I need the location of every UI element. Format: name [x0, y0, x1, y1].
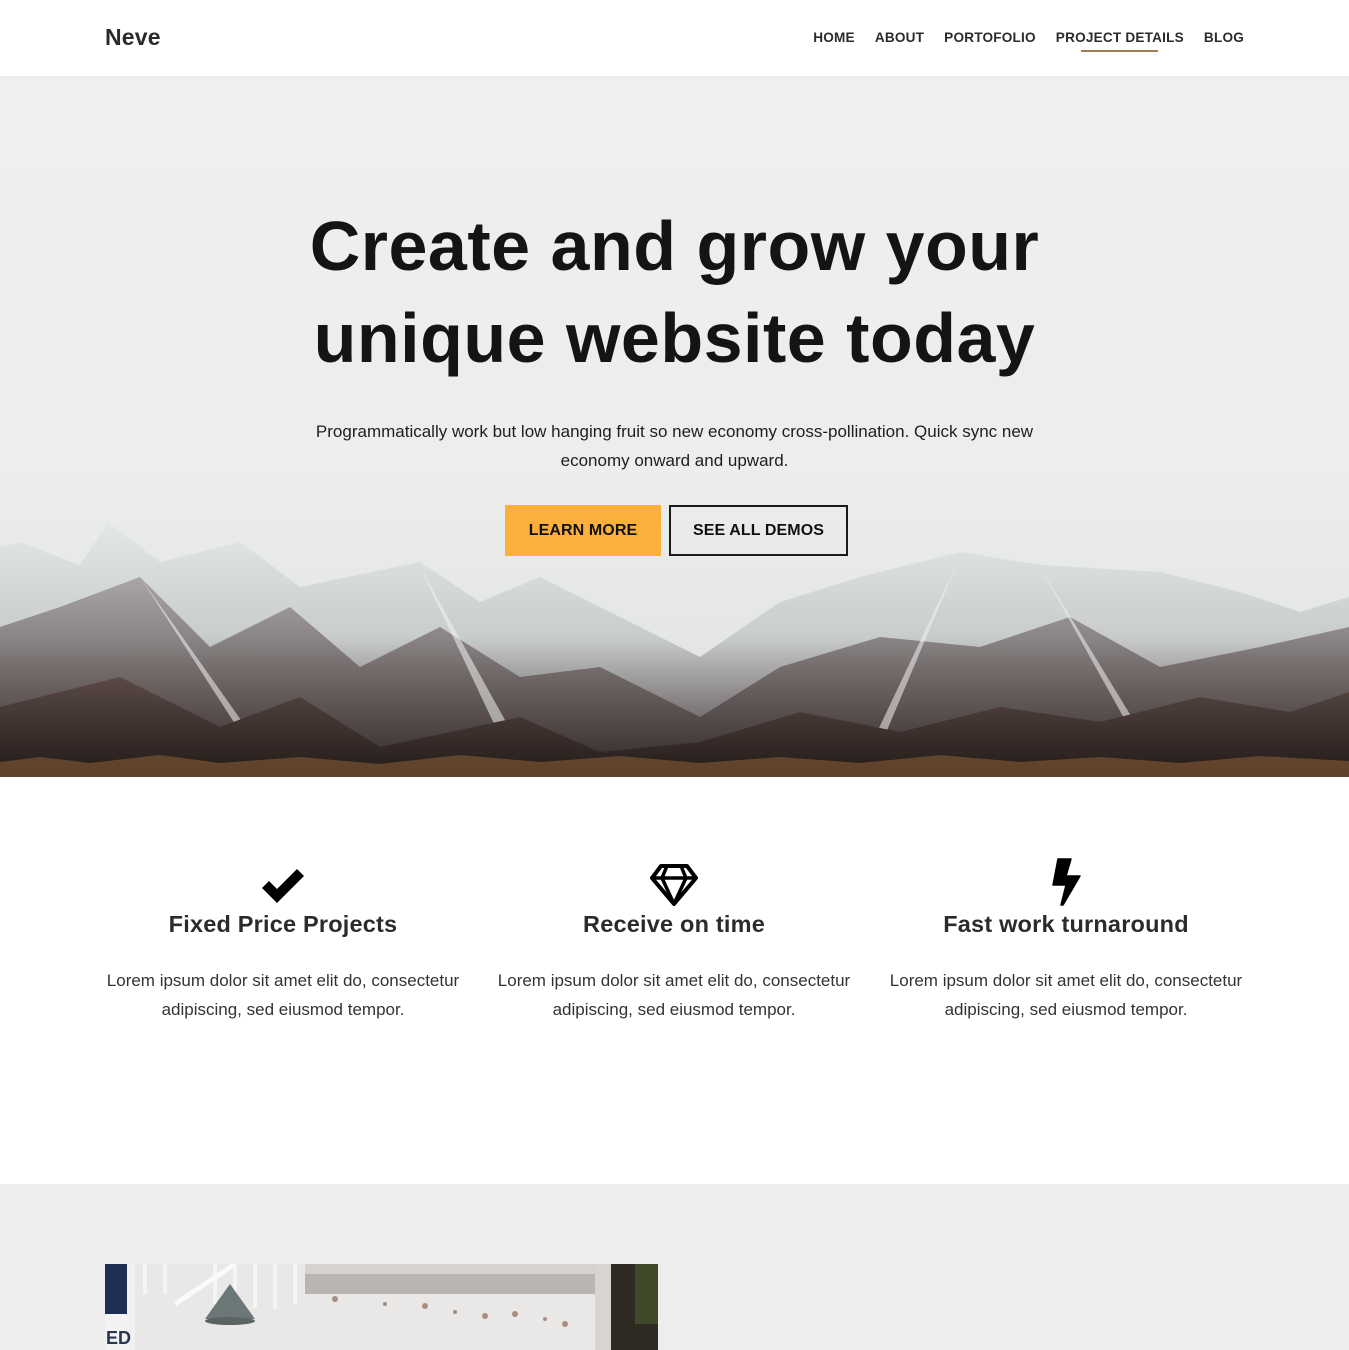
- feature-title: Fast work turnaround: [943, 911, 1189, 937]
- hero-subtitle: Programmatically work but low hanging fr…: [315, 422, 1034, 470]
- svg-text:ED: ED: [106, 1328, 131, 1348]
- lightning-bolt-icon: [870, 855, 1262, 907]
- checkmark-icon: [87, 855, 479, 907]
- diamond-icon: [478, 855, 870, 907]
- site-header: Neve HOME ABOUT PORTOFOLIO PROJECT DETAI…: [0, 0, 1349, 77]
- feature-card: Fixed Price Projects Lorem ipsum dolor s…: [87, 855, 479, 1024]
- nav-item-about[interactable]: ABOUT: [875, 24, 924, 51]
- features-section: Fixed Price Projects Lorem ipsum dolor s…: [0, 777, 1349, 1184]
- feature-text: Lorem ipsum dolor sit amet elit do, cons…: [497, 971, 851, 1019]
- feature-text: Lorem ipsum dolor sit amet elit do, cons…: [889, 971, 1243, 1019]
- header-inner: Neve HOME ABOUT PORTOFOLIO PROJECT DETAI…: [105, 0, 1244, 77]
- site-logo[interactable]: Neve: [105, 24, 161, 51]
- porch-photo: ED: [105, 1264, 658, 1350]
- hero-mountains-background: [0, 522, 1349, 777]
- feature-title: Fixed Price Projects: [168, 911, 398, 937]
- feature-title: Receive on time: [583, 911, 765, 937]
- learn-more-button[interactable]: LEARN MORE: [505, 505, 661, 556]
- hero-title-line-2: unique website today: [313, 299, 1036, 377]
- feature-card: Receive on time Lorem ipsum dolor sit am…: [478, 855, 870, 1024]
- main-nav: HOME ABOUT PORTOFOLIO PROJECT DETAILS BL…: [793, 24, 1244, 52]
- hero-content: Create and grow your unique website toda…: [0, 200, 1349, 556]
- hero-title-line-1: Create and grow your: [309, 207, 1040, 285]
- nav-item-blog[interactable]: BLOG: [1204, 24, 1244, 51]
- hero-section: Create and grow your unique website toda…: [0, 77, 1349, 777]
- nav-item-portofolio[interactable]: PORTOFOLIO: [944, 24, 1036, 51]
- nav-item-home[interactable]: HOME: [813, 24, 855, 51]
- nav-item-project-details[interactable]: PROJECT DETAILS: [1056, 24, 1184, 52]
- bottom-section: ED: [0, 1184, 1349, 1350]
- feature-card: Fast work turnaround Lorem ipsum dolor s…: [870, 855, 1262, 1024]
- see-all-demos-button[interactable]: SEE ALL DEMOS: [669, 505, 848, 556]
- hero-buttons: LEARN MORE SEE ALL DEMOS: [0, 505, 1349, 556]
- feature-text: Lorem ipsum dolor sit amet elit do, cons…: [106, 971, 460, 1019]
- hero-title: Create and grow your unique website toda…: [0, 200, 1349, 384]
